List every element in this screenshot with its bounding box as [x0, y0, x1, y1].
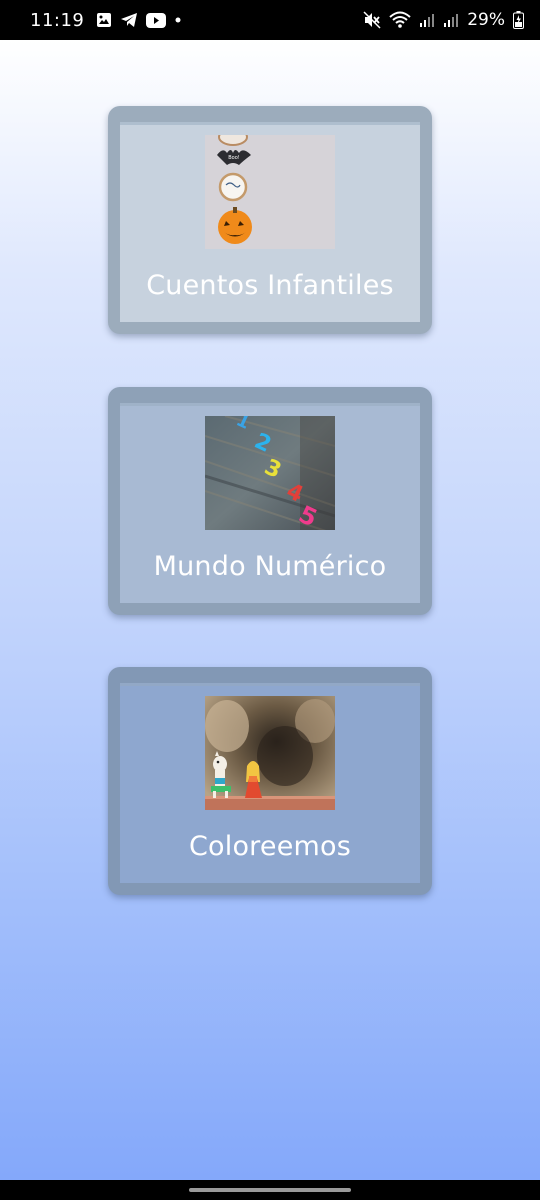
gallery-icon [96, 12, 112, 28]
status-right: 29% [363, 10, 524, 30]
mute-icon [363, 11, 381, 29]
card-coloreemos[interactable]: Coloreemos [108, 667, 432, 895]
app-content: Boo! Cuentos Infantiles 1 2 3 4 5 Mundo … [0, 40, 540, 1180]
clock: 11:19 [30, 9, 85, 31]
card-title: Mundo Numérico [153, 551, 387, 582]
status-left: 11:19 [30, 10, 182, 31]
svg-text:Boo!: Boo! [228, 155, 240, 161]
navigation-bar [0, 1180, 540, 1200]
youtube-icon [146, 12, 167, 28]
card-cuentos-infantiles[interactable]: Boo! Cuentos Infantiles [108, 106, 432, 334]
signal-icon [443, 12, 459, 28]
battery-percentage: 29% [467, 10, 505, 30]
signal-icon [419, 12, 435, 28]
dot-icon [174, 16, 182, 24]
card-mundo-numerico[interactable]: 1 2 3 4 5 Mundo Numérico [108, 387, 432, 615]
card-title: Coloreemos [188, 831, 351, 862]
telegram-icon [120, 12, 138, 28]
battery-icon [513, 11, 524, 29]
toy-figures-image [205, 696, 335, 810]
number-magnets-image: 1 2 3 4 5 [205, 416, 335, 530]
card-title: Cuentos Infantiles [146, 270, 394, 301]
wifi-icon [389, 11, 411, 29]
halloween-cookies-image: Boo! [205, 135, 335, 249]
home-handle[interactable] [189, 1188, 351, 1192]
status-bar: 11:19 29% [0, 0, 540, 40]
